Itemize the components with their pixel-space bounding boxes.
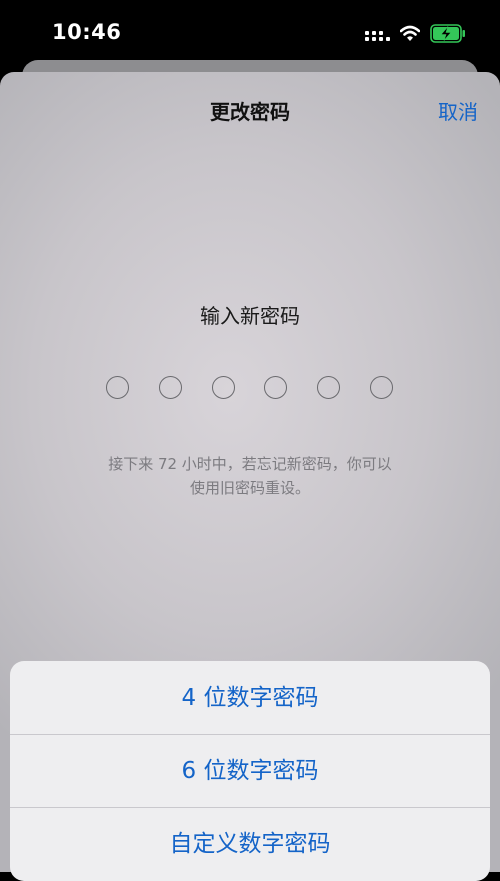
hint-line: 接下来 72 小时中，若忘记新密码，你可以 — [108, 455, 392, 473]
passcode-dots — [106, 376, 396, 403]
option-custom-numeric[interactable]: 自定义数字密码 — [10, 808, 490, 880]
passcode-dot — [106, 376, 129, 399]
passcode-dot — [212, 376, 235, 399]
passcode-options-sheet: 4 位数字密码 6 位数字密码 自定义数字密码 — [10, 661, 490, 881]
option-6-digit[interactable]: 6 位数字密码 — [10, 735, 490, 807]
status-time: 10:46 — [52, 20, 122, 44]
option-4-digit[interactable]: 4 位数字密码 — [10, 662, 490, 734]
battery-charging-icon — [430, 24, 465, 43]
passcode-dot — [264, 376, 287, 399]
passcode-prompt: 输入新密码 — [200, 304, 300, 328]
cellular-signal-icon — [365, 31, 390, 41]
cancel-button[interactable]: 取消 — [438, 96, 478, 125]
page-title: 更改密码 — [210, 100, 290, 124]
passcode-dot — [317, 376, 340, 399]
passcode-dot — [370, 376, 393, 399]
passcode-dot — [159, 376, 182, 399]
hint-text: 接下来 72 小时中，若忘记新密码，你可以 使用旧密码重设。 — [60, 452, 440, 500]
wifi-icon — [400, 25, 420, 41]
status-bar: 10:46 — [0, 0, 500, 62]
hint-line: 使用旧密码重设。 — [189, 479, 310, 497]
